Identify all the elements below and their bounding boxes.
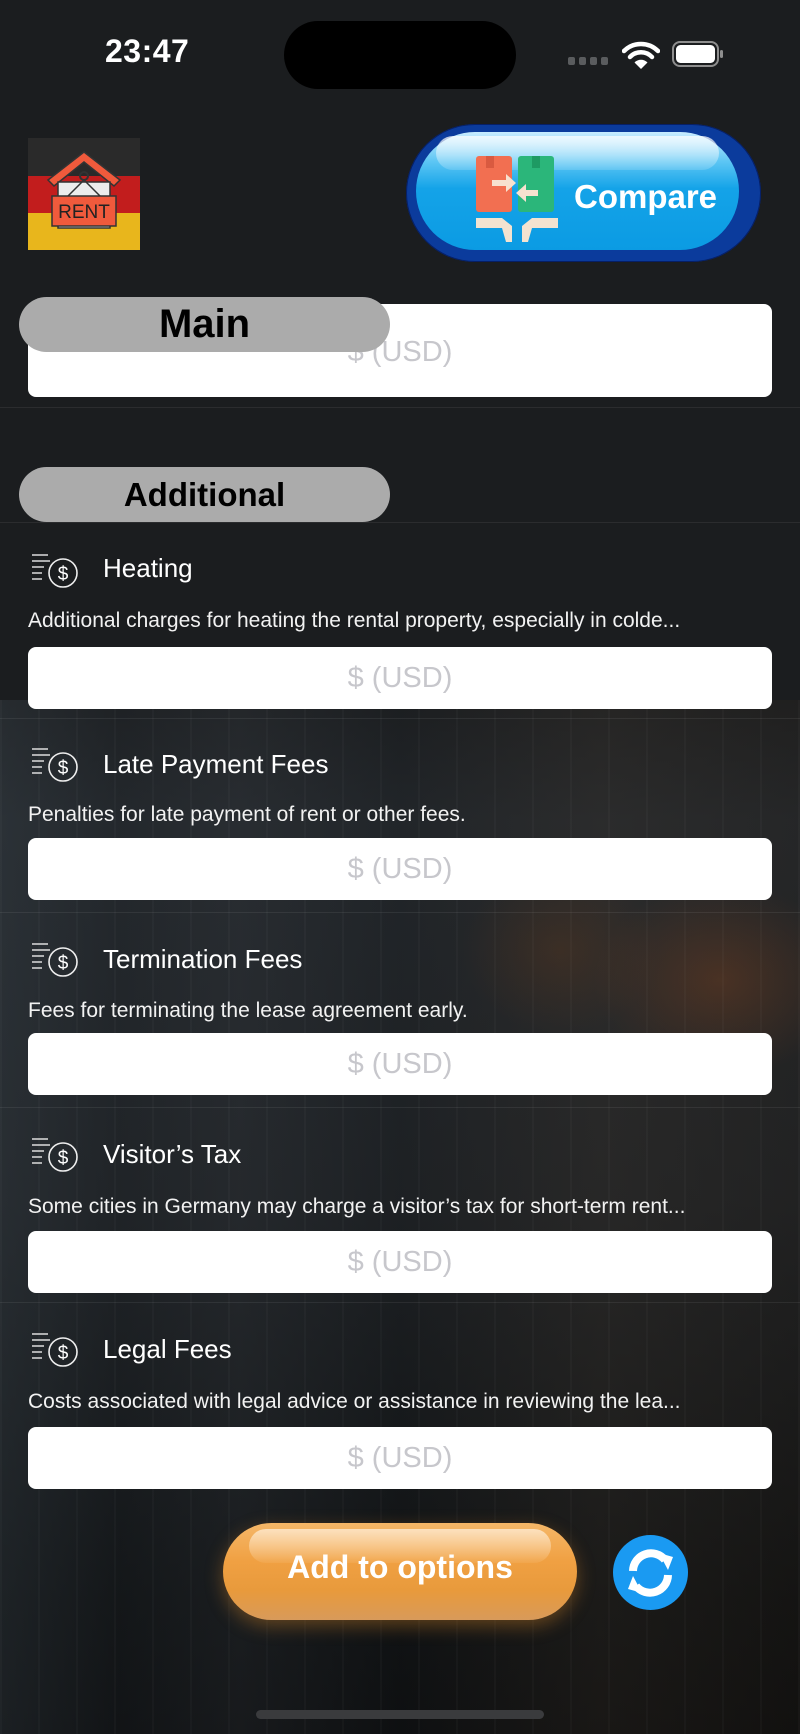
- refresh-button[interactable]: [613, 1535, 688, 1610]
- item-description: Costs associated with legal advice or as…: [28, 1390, 681, 1413]
- item-description: Some cities in Germany may charge a visi…: [28, 1195, 686, 1218]
- app-logo: RENT: [28, 138, 140, 250]
- svg-text:$: $: [58, 758, 69, 779]
- divider: [0, 1302, 800, 1303]
- svg-text:$: $: [58, 564, 69, 585]
- home-indicator: [256, 1710, 544, 1719]
- refresh-icon: [628, 1549, 673, 1597]
- compare-button[interactable]: Compare: [406, 124, 761, 262]
- money-dollar-icon: $: [30, 552, 82, 592]
- money-dollar-icon: $: [30, 746, 82, 786]
- item-amount-placeholder: $ (USD): [347, 1047, 453, 1080]
- status-time: 23:47: [105, 33, 190, 69]
- item-title: Heating: [103, 553, 193, 583]
- money-dollar-icon: $: [30, 1331, 82, 1371]
- item-amount-input[interactable]: $ (USD): [28, 1231, 772, 1293]
- battery-icon: [672, 41, 723, 67]
- item-description: Additional charges for heating the renta…: [28, 609, 681, 632]
- section-pill-additional: Additional: [19, 467, 390, 522]
- item-description: Penalties for late payment of rent or ot…: [28, 803, 466, 826]
- divider: [0, 912, 800, 913]
- item-amount-input[interactable]: $ (USD): [28, 1427, 772, 1489]
- svg-text:$: $: [58, 953, 69, 974]
- divider: [0, 407, 800, 408]
- item-amount-placeholder: $ (USD): [347, 1245, 453, 1278]
- item-amount-input[interactable]: $ (USD): [28, 647, 772, 709]
- item-amount-placeholder: $ (USD): [347, 661, 453, 694]
- money-dollar-icon: $: [30, 1136, 82, 1176]
- item-amount-placeholder: $ (USD): [347, 1441, 453, 1474]
- divider: [0, 1107, 800, 1108]
- item-title: Legal Fees: [103, 1334, 232, 1364]
- wifi-icon: [622, 41, 660, 69]
- compare-label: Compare: [574, 178, 718, 215]
- item-amount-input[interactable]: $ (USD): [28, 838, 772, 900]
- item-title: Late Payment Fees: [103, 749, 329, 779]
- item-description: Fees for terminating the lease agreement…: [28, 999, 468, 1022]
- add-to-options-label: Add to options: [287, 1549, 513, 1585]
- item-amount-input[interactable]: $ (USD): [28, 1033, 772, 1095]
- svg-text:$: $: [58, 1343, 69, 1364]
- logo-text: RENT: [58, 202, 110, 223]
- item-amount-placeholder: $ (USD): [347, 852, 453, 885]
- dynamic-island: [284, 21, 516, 89]
- svg-text:$: $: [58, 1148, 69, 1169]
- money-dollar-icon: $: [30, 941, 82, 981]
- add-to-options-button[interactable]: Add to options: [223, 1523, 577, 1620]
- item-title: Termination Fees: [103, 944, 303, 974]
- divider: [0, 718, 800, 719]
- rent-house-germany-flag-logo: RENT: [28, 138, 140, 250]
- section-pill-main: Main: [19, 297, 390, 352]
- item-title: Visitor’s Tax: [103, 1139, 242, 1169]
- signal-dots-icon: [568, 57, 608, 65]
- compare-boxes-icon: [476, 156, 558, 242]
- divider: [0, 522, 800, 523]
